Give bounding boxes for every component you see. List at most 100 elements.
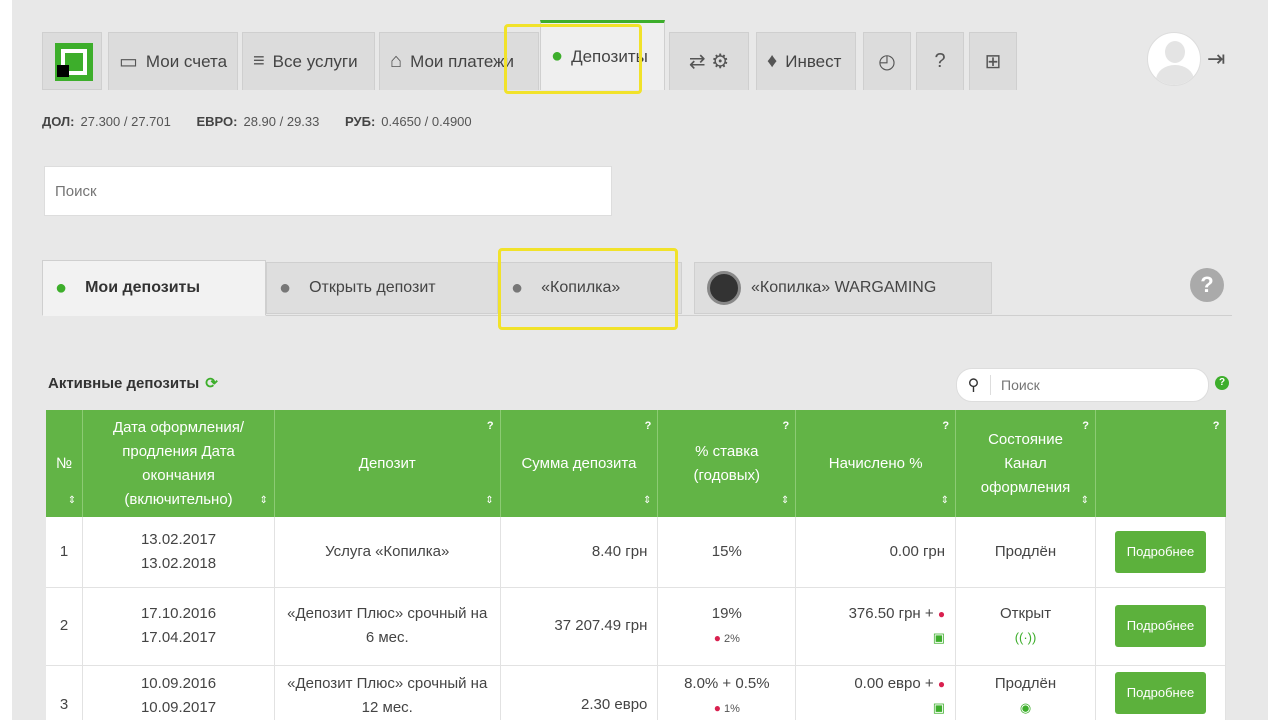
strawberry-icon: ● (937, 607, 946, 621)
sort-icon[interactable]: ⇕ (68, 489, 76, 513)
eur-label: ЕВРО: (196, 114, 238, 129)
list-icon: ≡ (253, 50, 265, 72)
search-help-icon[interactable]: ? (1215, 376, 1229, 390)
col-accrued[interactable]: ? Начислено % ⇕ (795, 410, 957, 517)
cell-date: 10.09.2016 10.09.2017 (82, 665, 275, 720)
subtab-open-deposit[interactable]: ● Открыть депозит (266, 262, 498, 314)
nav-tab-help[interactable]: ? (916, 32, 964, 90)
usd-label: ДОЛ: (42, 114, 75, 129)
wargaming-icon (707, 271, 741, 305)
help-icon[interactable]: ? (487, 414, 494, 438)
piggy-bank-icon: ● (55, 276, 68, 299)
nav-tab-history[interactable]: ◴ (863, 32, 911, 90)
transport-icon: ⇄ ⚙ (688, 51, 730, 73)
bank-logo[interactable] (42, 32, 102, 90)
col-num[interactable]: № ⇕ (46, 410, 84, 517)
usd-rate: 27.300 / 27.701 (80, 114, 171, 129)
col-label: Дата оформления/ продления Дата окончани… (112, 418, 245, 508)
rate-bonus-value: 2% (724, 632, 740, 645)
money-icon: ▣ (932, 699, 946, 715)
date-end: 17.04.2017 (140, 629, 217, 646)
col-actions: ? (1095, 410, 1226, 517)
cell-rate: 15% (657, 517, 797, 588)
active-deposits-label: Активные депозиты (48, 375, 200, 392)
money-bag-icon: ♦ (767, 50, 778, 72)
date-end: 13.02.2018 (140, 554, 217, 572)
col-label: % ставка (годовых) (693, 442, 761, 484)
page: ▭ Мои счета ≡ Все услуги ⌂ Мои платежи ●… (12, 0, 1268, 720)
col-date[interactable]: Дата оформления/ продления Дата окончани… (82, 410, 275, 517)
state-value: Продлён (994, 674, 1057, 692)
cell-accrued: 0.00 грн (795, 517, 957, 588)
col-state[interactable]: ? Состояние Канал оформления ⇕ (955, 410, 1096, 517)
nav-tab-my-payments[interactable]: ⌂ Мои платежи (379, 32, 539, 90)
refresh-icon[interactable]: ⟳ (205, 375, 218, 392)
col-label: № (56, 454, 73, 472)
subtab-kopilka[interactable]: ● «Копилка» (498, 262, 682, 314)
cell-state: Открыт ((·)) (955, 587, 1096, 666)
logout-icon[interactable]: ⇥ (1207, 46, 1225, 72)
sort-icon[interactable]: ⇕ (260, 489, 268, 513)
col-label: Состояние Канал оформления (980, 430, 1071, 496)
avatar[interactable] (1147, 32, 1201, 86)
wireless-channel-icon: ((·)) (1014, 630, 1037, 645)
cell-sum: 2.30 евро (500, 665, 659, 720)
col-label: Начислено % (828, 454, 923, 472)
help-icon[interactable]: ? (1190, 268, 1224, 302)
help-icon[interactable]: ? (783, 414, 790, 438)
piggy-bank-icon: ● (551, 45, 564, 67)
table-row: 2 17.10.2016 17.04.2017 «Депозит Плюс» ср… (46, 587, 1227, 666)
col-rate[interactable]: ? % ставка (годовых) ⇕ (657, 410, 797, 517)
rate-value: 19% (711, 604, 742, 622)
top-nav: ▭ Мои счета ≡ Все услуги ⌂ Мои платежи ●… (42, 20, 1242, 90)
house-icon: ⌂ (390, 50, 403, 72)
col-deposit[interactable]: ? Депозит ⇕ (274, 410, 501, 517)
help-icon[interactable]: ? (942, 414, 949, 438)
nav-tab-cart[interactable]: ⊞ (969, 32, 1017, 90)
nav-tab-label: Мои счета (145, 51, 228, 71)
cell-actions: Подробнее (1095, 665, 1227, 720)
nav-tab-invest[interactable]: ♦ Инвест (756, 32, 856, 90)
sort-icon[interactable]: ⇕ (643, 489, 651, 513)
table-search-input[interactable] (991, 377, 1191, 393)
date-start: 17.10.2016 (140, 605, 217, 622)
details-button[interactable]: Подробнее (1114, 605, 1207, 647)
cell-date: 13.02.2017 13.02.2018 (82, 517, 275, 588)
subtab-my-deposits[interactable]: ● Мои депозиты (42, 260, 266, 316)
nav-tab-my-accounts[interactable]: ▭ Мои счета (108, 32, 238, 90)
cell-num: 3 (46, 665, 84, 720)
search-input[interactable] (44, 166, 612, 216)
money-icon: ▣ (932, 630, 946, 645)
nav-tab-transport[interactable]: ⇄ ⚙ (669, 32, 749, 90)
question-icon: ? (934, 50, 946, 72)
eur-rate: 28.90 / 29.33 (243, 114, 320, 129)
piggy-bank-icon: ● (511, 276, 524, 299)
cell-deposit: «Депозит Плюс» срочный на 6 мес. (274, 587, 501, 666)
exchange-rates: ДОЛ: 27.300 / 27.701 ЕВРО: 28.90 / 29.33 Р… (42, 114, 494, 129)
nav-tab-deposits[interactable]: ● Депозиты (540, 20, 665, 90)
rub-label: РУБ: (345, 114, 376, 129)
rub-rate: 0.4650 / 0.4900 (381, 114, 472, 129)
subtab-label: «Копилка» WARGAMING (751, 279, 937, 296)
help-icon[interactable]: ? (1213, 414, 1220, 438)
sort-icon[interactable]: ⇕ (485, 489, 493, 513)
sort-icon[interactable]: ⇕ (1081, 489, 1089, 513)
cell-state: Продлён (955, 517, 1096, 588)
subtab-label: Открыть депозит (309, 279, 436, 296)
sort-icon[interactable]: ⇕ (781, 489, 789, 513)
date-start: 10.09.2016 (140, 674, 217, 692)
col-sum[interactable]: ? Сумма депозита ⇕ (500, 410, 659, 517)
state-value: Открыт (999, 605, 1052, 622)
deposits-table: № ⇕ Дата оформления/ продления Дата оконч… (46, 410, 1227, 720)
subtab-kopilka-wargaming[interactable]: «Копилка» WARGAMING (694, 262, 992, 314)
cell-deposit: «Депозит Плюс» срочный на 12 мес. (274, 665, 501, 720)
strawberry-icon: ● (937, 676, 946, 691)
nav-tab-all-services[interactable]: ≡ Все услуги (242, 32, 375, 90)
sort-icon[interactable]: ⇕ (941, 489, 949, 513)
table-header-row: № ⇕ Дата оформления/ продления Дата оконч… (46, 410, 1226, 517)
help-icon[interactable]: ? (1082, 414, 1089, 438)
details-button[interactable]: Подробнее (1114, 671, 1207, 714)
subtab-label: «Копилка» (541, 279, 621, 296)
help-icon[interactable]: ? (645, 414, 652, 438)
details-button[interactable]: Подробнее (1114, 530, 1207, 573)
